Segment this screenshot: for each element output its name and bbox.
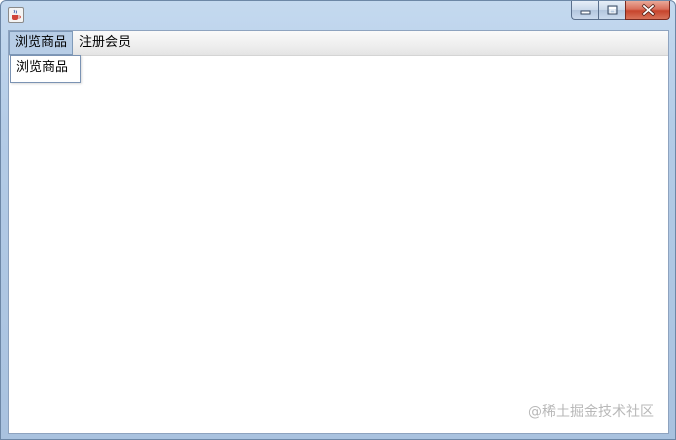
menu-item-browse-products[interactable]: 浏览商品 xyxy=(11,56,80,80)
menu-browse-products[interactable]: 浏览商品 xyxy=(9,31,74,55)
minimize-icon xyxy=(580,10,591,15)
minimize-button[interactable] xyxy=(571,1,598,20)
caption-buttons xyxy=(571,1,670,21)
java-cup-icon[interactable] xyxy=(8,7,24,23)
menu-bar: 浏览商品 注册会员 xyxy=(9,31,668,56)
content-pane: 浏览商品 注册会员 浏览商品 @稀土掘金技术社区 xyxy=(8,30,669,434)
maximize-icon xyxy=(607,5,618,15)
menu-register-member[interactable]: 注册会员 xyxy=(73,31,137,55)
watermark: @稀土掘金技术社区 xyxy=(528,404,654,420)
close-icon xyxy=(641,3,656,17)
title-bar[interactable] xyxy=(1,1,675,29)
maximize-button[interactable] xyxy=(598,1,625,20)
application-window: 浏览商品 注册会员 浏览商品 @稀土掘金技术社区 xyxy=(0,0,676,440)
browse-products-dropdown: 浏览商品 xyxy=(10,55,81,83)
close-button[interactable] xyxy=(625,1,670,20)
